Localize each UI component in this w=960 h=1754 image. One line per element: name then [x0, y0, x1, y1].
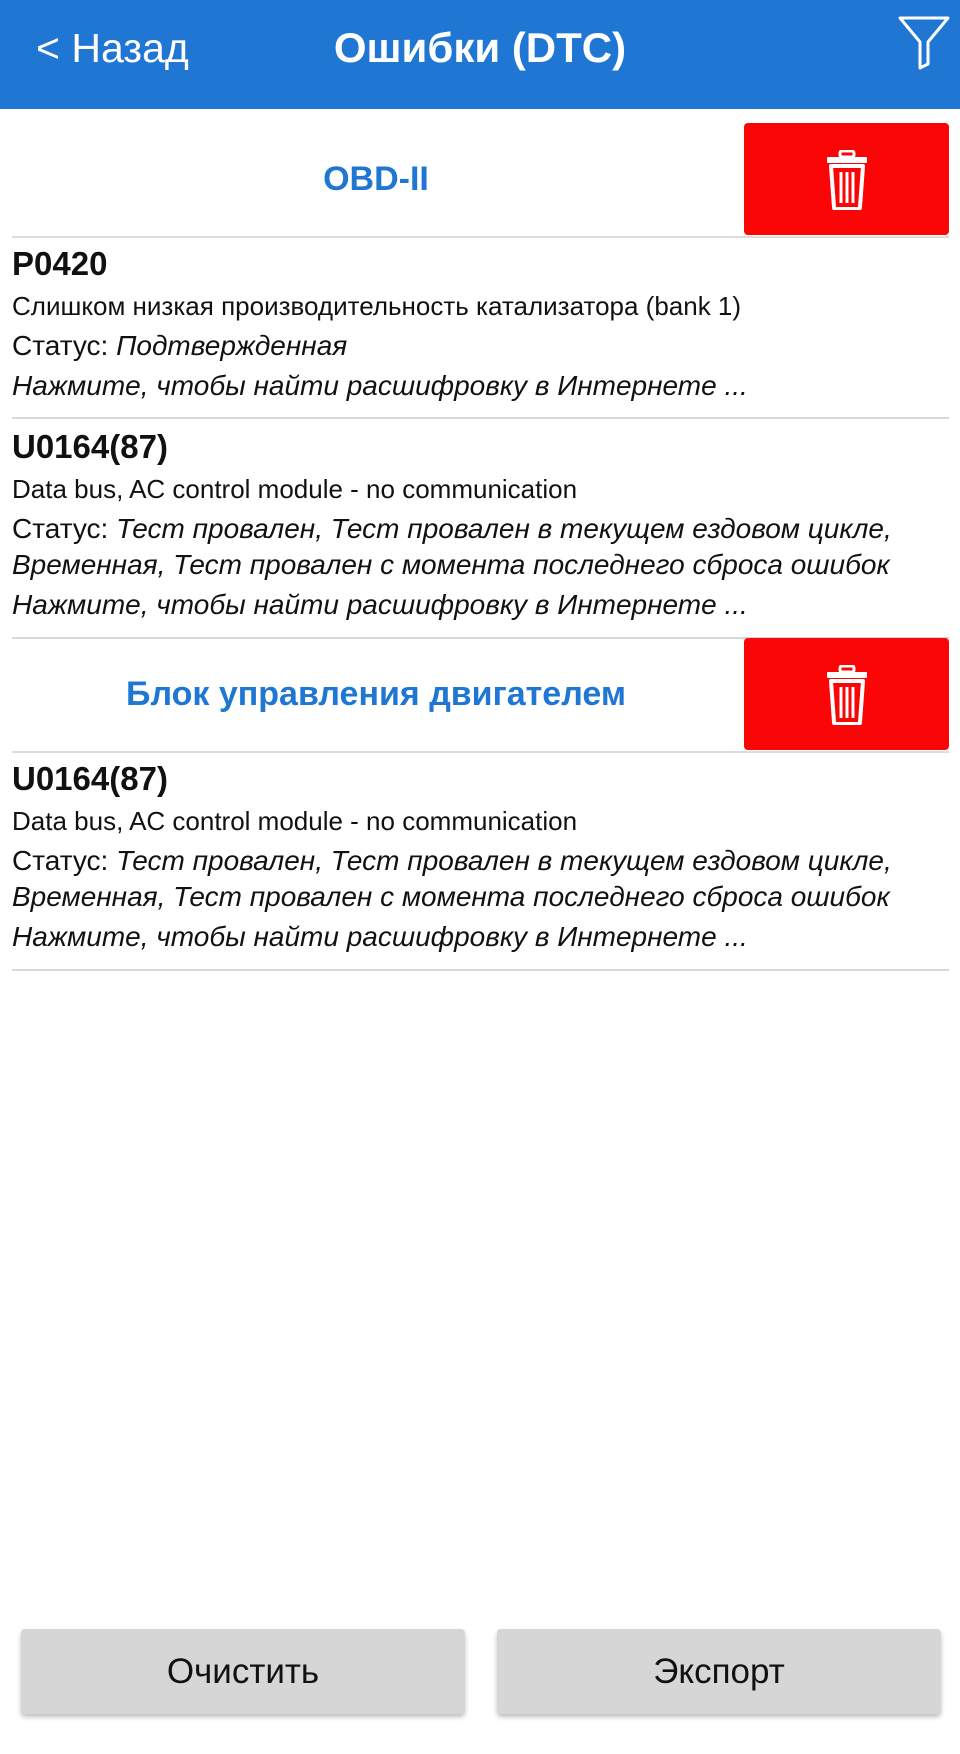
- dtc-code: U0164(87): [12, 760, 168, 797]
- trash-icon: [827, 665, 867, 725]
- dtc-status-label: Статус:: [12, 513, 117, 544]
- dtc-status: Статус: Тест провален, Тест провален в т…: [12, 843, 949, 915]
- dtc-description: Слишком низкая производительность катали…: [12, 291, 742, 321]
- filter-funnel-icon: [898, 16, 950, 70]
- clear-button[interactable]: Очистить: [21, 1629, 465, 1714]
- dtc-description: Data bus, AC control module - no communi…: [12, 806, 578, 836]
- dtc-search-online-link[interactable]: Нажмите, чтобы найти расшифровку в Интер…: [12, 917, 949, 957]
- dtc-status: Статус: Подтвержденная: [12, 328, 949, 364]
- trash-icon: [827, 150, 867, 210]
- dtc-search-online-link[interactable]: Нажмите, чтобы найти расшифровку в Интер…: [12, 585, 949, 625]
- dtc-status-label: Статус:: [12, 845, 117, 876]
- dtc-status-label: Статус:: [12, 330, 117, 361]
- dtc-list-item[interactable]: U0164(87) Data bus, AC control module - …: [12, 753, 949, 971]
- dtc-search-online-link[interactable]: Нажмите, чтобы найти расшифровку в Интер…: [12, 366, 949, 406]
- section-title: OBD-II: [323, 160, 429, 198]
- dtc-status-value: Тест провален, Тест провален в текущем е…: [12, 513, 892, 580]
- delete-section-button[interactable]: [744, 123, 949, 235]
- dtc-status-value: Тест провален, Тест провален в текущем е…: [12, 845, 892, 912]
- delete-section-button[interactable]: [744, 638, 949, 750]
- filter-button[interactable]: [896, 12, 960, 76]
- page-title: Ошибки (DTC): [333, 24, 627, 71]
- dtc-status: Статус: Тест провален, Тест провален в т…: [12, 511, 949, 583]
- dtc-list-item[interactable]: P0420 Слишком низкая производительность …: [12, 238, 949, 419]
- dtc-list-item[interactable]: U0164(87) Data bus, AC control module - …: [12, 421, 949, 639]
- section-header-obd2: OBD-II: [12, 123, 949, 238]
- export-button[interactable]: Экспорт: [497, 1629, 941, 1714]
- section-title: Блок управления двигателем: [126, 675, 626, 713]
- dtc-code: P0420: [12, 245, 108, 282]
- dtc-description: Data bus, AC control module - no communi…: [12, 474, 578, 504]
- section-header-engine: Блок управления двигателем: [12, 638, 949, 753]
- dtc-status-value: Подтвержденная: [116, 330, 348, 361]
- top-app-bar: < Назад Ошибки (DTC): [0, 0, 960, 109]
- dtc-code: U0164(87): [12, 428, 168, 465]
